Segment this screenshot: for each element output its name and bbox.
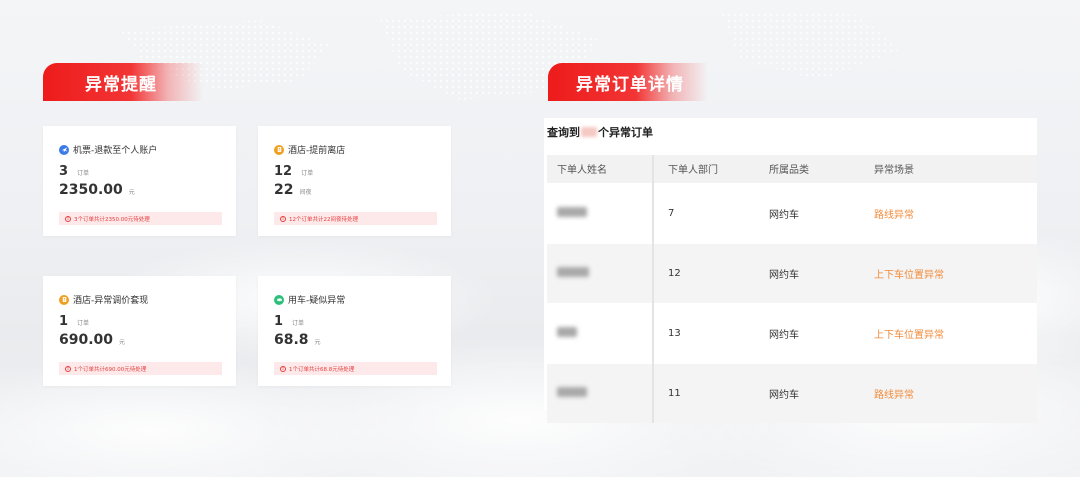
pending-note: ! 1个订单共计690.00元待处理	[59, 362, 222, 375]
card-title-text: 酒店-提前离店	[288, 146, 346, 156]
metric-orders: 1 订单	[59, 314, 89, 329]
alert-card-car-suspicious[interactable]: 用车-疑似异常 1 订单 68.8 元 ! 1个订单共计68.8元待处理	[258, 276, 451, 386]
cell-dept: 11	[653, 362, 759, 423]
metric-room-nights: 22 间夜	[274, 182, 312, 198]
query-suffix: 个异常订单	[598, 126, 653, 139]
cell-scene: 上下车位置异常	[864, 242, 1037, 303]
alert-card-hotel-early-checkout[interactable]: 酒店-提前离店 12 订单 22 间夜 ! 12个订单共计22间夜待处理	[258, 126, 451, 236]
metric-value: 12	[274, 164, 293, 179]
metric-orders: 1 订单	[274, 314, 304, 329]
cell-name	[547, 362, 654, 423]
metric-value: 68.8	[274, 332, 309, 348]
redacted-name	[557, 326, 577, 337]
metric-amount: 690.00 元	[59, 332, 125, 348]
hotel-icon	[59, 294, 69, 305]
metric-unit: 元	[314, 339, 321, 346]
table-row[interactable]: 7 网约车 路线异常	[547, 182, 1037, 243]
card-title: 酒店-提前离店	[274, 143, 345, 156]
query-summary: 查询到 个异常订单	[547, 124, 653, 140]
redacted-count	[581, 127, 597, 137]
cell-name	[547, 182, 654, 243]
redacted-name	[557, 266, 589, 277]
metric-value: 3	[59, 164, 69, 179]
metric-value: 1	[59, 314, 69, 329]
cell-dept: 12	[653, 242, 759, 303]
column-header[interactable]: 下单人姓名	[547, 155, 654, 183]
metric-value: 2350.00	[59, 182, 123, 198]
metric-unit: 订单	[77, 320, 90, 327]
cell-dept: 13	[653, 302, 759, 363]
table-header-row: 下单人姓名 下单人部门 所属品类 异常场景	[547, 155, 1037, 183]
redacted-name	[557, 386, 587, 397]
metric-unit: 订单	[292, 320, 305, 327]
car-icon	[274, 294, 284, 305]
warning-icon: !	[280, 365, 286, 372]
section-header-order-details: 异常订单详情	[548, 63, 708, 101]
pending-note: ! 12个订单共计22间夜待处理	[274, 212, 437, 225]
hotel-icon	[274, 144, 284, 155]
column-header[interactable]: 下单人部门	[653, 155, 759, 183]
pending-note-text: 3个订单共计2350.00元待处理	[74, 216, 150, 223]
section-title: 异常订单详情	[576, 74, 684, 95]
table-row[interactable]: 13 网约车 上下车位置异常	[547, 302, 1037, 363]
metric-unit: 元	[119, 339, 126, 346]
metric-unit: 订单	[301, 170, 314, 177]
pending-note: ! 3个订单共计2350.00元待处理	[59, 212, 222, 225]
table-row[interactable]: 11 网约车 路线异常	[547, 362, 1037, 423]
warning-icon: !	[65, 215, 71, 222]
pending-note-text: 1个订单共计690.00元待处理	[74, 366, 147, 373]
cell-name	[547, 302, 654, 363]
card-title: 用车-疑似异常	[274, 293, 345, 306]
cell-category: 网约车	[759, 182, 864, 243]
redacted-name	[557, 206, 587, 217]
metric-amount: 2350.00 元	[59, 182, 135, 198]
metric-orders: 12 订单	[274, 164, 313, 179]
cell-category: 网约车	[759, 362, 864, 423]
alert-card-flight-refund[interactable]: 机票-退款至个人账户 3 订单 2350.00 元 ! 3个订单共计2350.0…	[43, 126, 236, 236]
card-title-text: 机票-退款至个人账户	[73, 146, 158, 156]
cell-scene: 上下车位置异常	[864, 302, 1037, 363]
metric-unit: 间夜	[299, 189, 312, 196]
warning-icon: !	[280, 215, 286, 222]
metric-orders: 3 订单	[59, 164, 89, 179]
cell-scene: 路线异常	[864, 362, 1037, 423]
plane-icon	[59, 144, 69, 155]
card-title: 酒店-异常调价套现	[59, 293, 148, 306]
card-title-text: 酒店-异常调价套现	[73, 296, 149, 306]
column-header[interactable]: 所属品类	[759, 155, 864, 183]
pending-note-text: 12个订单共计22间夜待处理	[289, 216, 358, 223]
cell-name	[547, 242, 654, 303]
card-title-text: 用车-疑似异常	[288, 296, 346, 306]
metric-unit: 订单	[77, 170, 90, 177]
orders-table: 下单人姓名 下单人部门 所属品类 异常场景 7 网约车 路线异常 12 网约车 …	[547, 155, 1037, 423]
cell-category: 网约车	[759, 242, 864, 303]
query-prefix: 查询到	[547, 126, 580, 139]
section-header-alerts: 异常提醒	[43, 63, 203, 101]
metric-value: 690.00	[59, 332, 114, 348]
card-title: 机票-退款至个人账户	[59, 143, 157, 156]
pending-note: ! 1个订单共计68.8元待处理	[274, 362, 437, 375]
metric-value: 22	[274, 182, 294, 198]
alert-card-hotel-price-cashout[interactable]: 酒店-异常调价套现 1 订单 690.00 元 ! 1个订单共计690.00元待…	[43, 276, 236, 386]
metric-unit: 元	[128, 189, 135, 196]
table-row[interactable]: 12 网约车 上下车位置异常	[547, 242, 1037, 303]
metric-amount: 68.8 元	[274, 332, 321, 348]
abnormal-orders-panel: 查询到 个异常订单 下单人姓名 下单人部门 所属品类 异常场景 7 网约车 路线…	[544, 118, 1037, 423]
section-title: 异常提醒	[85, 74, 157, 95]
metric-value: 1	[274, 314, 284, 329]
cell-dept: 7	[653, 182, 759, 243]
warning-icon: !	[65, 365, 71, 372]
pending-note-text: 1个订单共计68.8元待处理	[289, 366, 355, 373]
cell-scene: 路线异常	[864, 182, 1037, 243]
cell-category: 网约车	[759, 302, 864, 363]
column-header[interactable]: 异常场景	[864, 155, 1037, 183]
